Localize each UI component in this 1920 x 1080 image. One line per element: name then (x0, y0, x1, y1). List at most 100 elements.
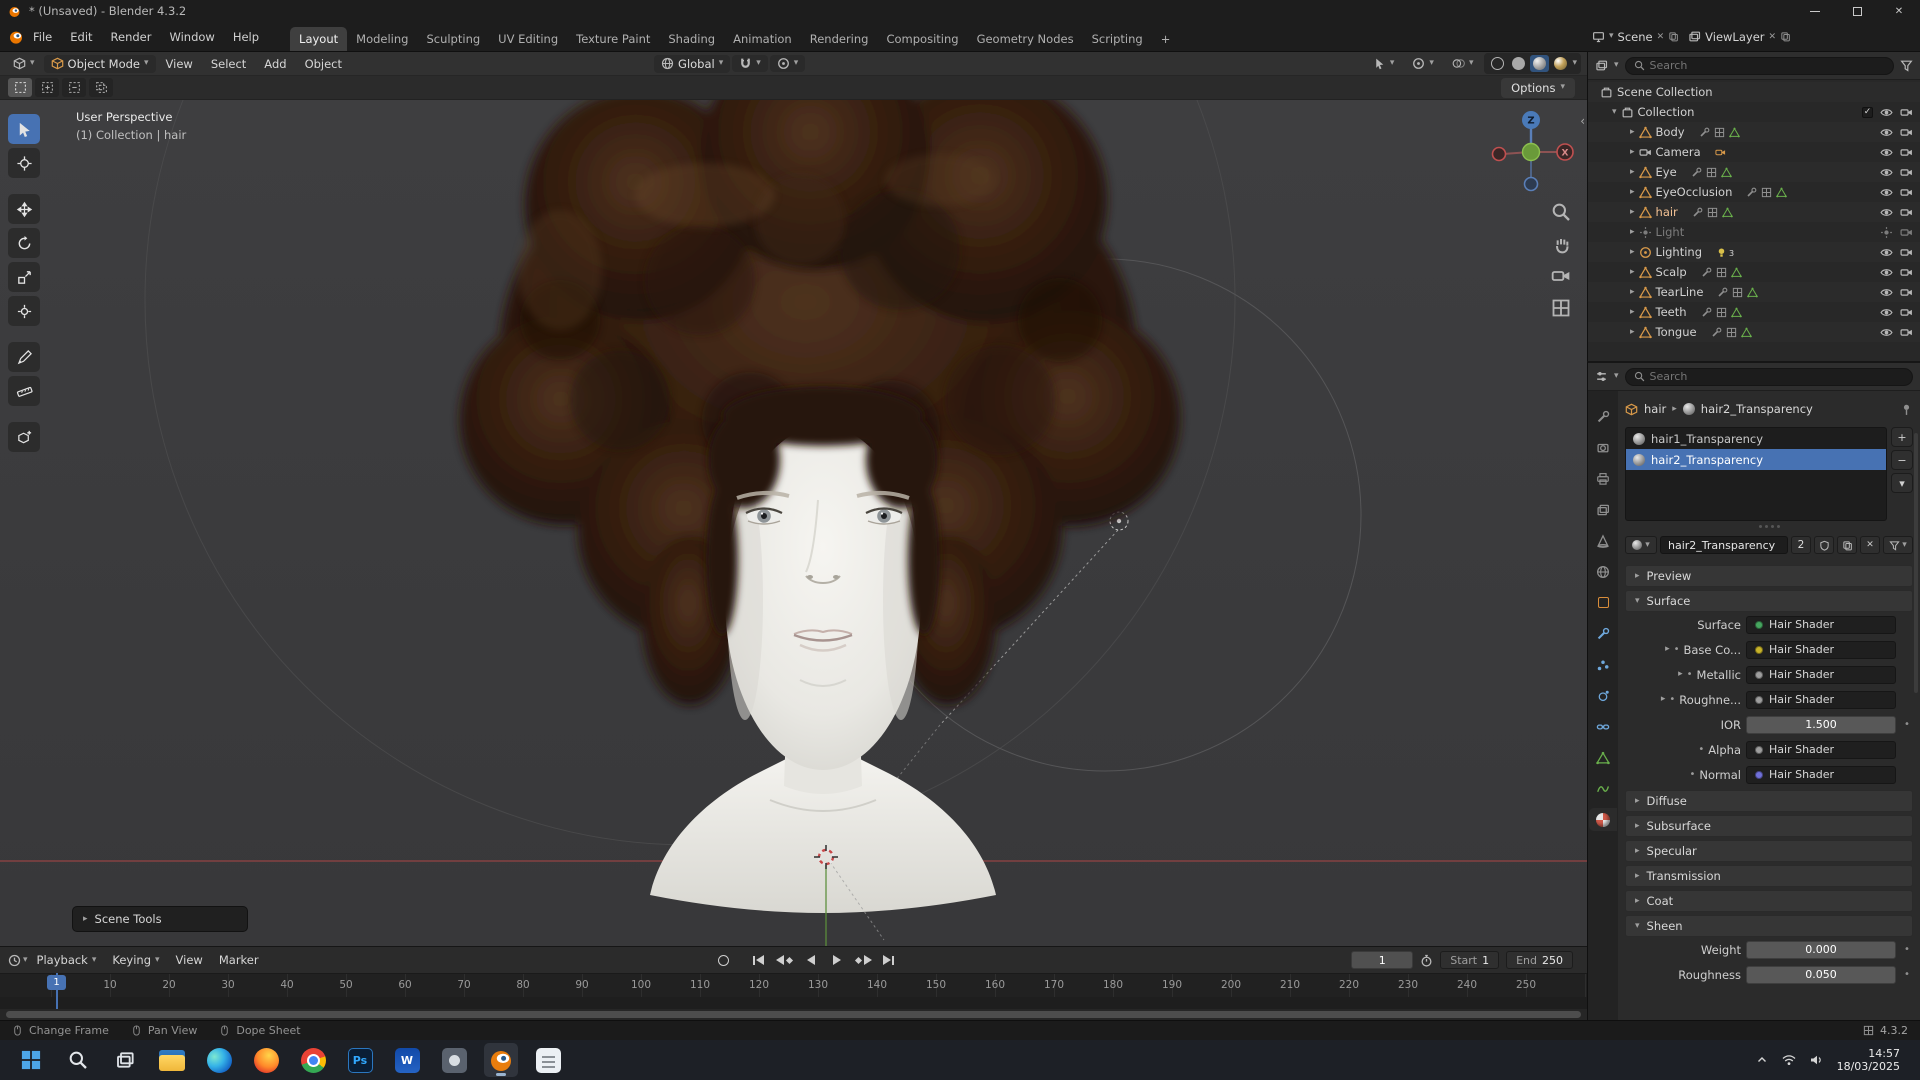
tab-vertex-data[interactable] (1589, 777, 1617, 800)
expand-icon[interactable]: ▸ (1630, 267, 1635, 277)
menu-keying[interactable]: Keying ▾ (105, 951, 166, 969)
expand-icon[interactable]: ▸ (1630, 187, 1635, 197)
surface-shader-button[interactable]: Hair Shader (1746, 615, 1896, 634)
ortho-grid-icon[interactable] (1551, 298, 1571, 318)
firefox-button[interactable] (249, 1043, 283, 1077)
chevron-down-icon[interactable]: ▾ (1614, 372, 1619, 381)
disable-render-icon[interactable] (1900, 306, 1913, 319)
sheen-roughness-slider[interactable]: 0.050 (1746, 965, 1896, 984)
menu-view[interactable]: View (169, 951, 210, 969)
disable-render-icon[interactable] (1900, 166, 1913, 179)
outliner-item-eye[interactable]: ▸ Eye (1588, 162, 1920, 182)
outliner-collection[interactable]: ▾ Collection ✓ (1588, 102, 1920, 122)
tab-material[interactable] (1589, 808, 1617, 831)
hide-viewport-icon[interactable] (1880, 326, 1893, 339)
diffuse-section-header[interactable]: ▸ Diffuse (1625, 790, 1913, 812)
wifi-icon[interactable] (1782, 1054, 1796, 1066)
expand-icon[interactable]: ▸ (1630, 127, 1635, 137)
hide-viewport-icon[interactable] (1880, 266, 1893, 279)
disable-render-icon[interactable] (1900, 146, 1913, 159)
camera-app-button[interactable] (437, 1043, 471, 1077)
metallic-input-button[interactable]: Hair Shader (1746, 665, 1896, 684)
hide-viewport-icon[interactable] (1880, 126, 1893, 139)
tab-rendering[interactable]: Rendering (801, 27, 878, 51)
jump-to-start-button[interactable] (749, 950, 769, 970)
axis-z-label[interactable]: Z (1527, 116, 1534, 127)
chevron-down-icon[interactable]: ▾ (23, 955, 28, 965)
taskbar-search-button[interactable] (61, 1043, 95, 1077)
scrollbar-thumb[interactable] (6, 1011, 1581, 1018)
scene-unlink-icon[interactable]: ✕ (1657, 32, 1665, 42)
outliner-item-eyeocclusion[interactable]: ▸ EyeOcclusion (1588, 182, 1920, 202)
taskbar-clock[interactable]: 14:57 18/03/2025 (1837, 1047, 1900, 1074)
start-frame-field[interactable]: Start 1 (1440, 951, 1500, 969)
tab-texture-paint[interactable]: Texture Paint (567, 27, 659, 51)
properties-scrollbar[interactable] (1914, 433, 1918, 693)
add-cube-tool[interactable] (8, 422, 40, 452)
overlays-dropdown[interactable]: ▾ (1445, 55, 1481, 72)
material-name-field[interactable]: hair2_Transparency (1660, 536, 1788, 554)
hide-viewport-icon[interactable] (1880, 206, 1893, 219)
hide-viewport-icon[interactable] (1880, 186, 1893, 199)
disable-render-icon[interactable] (1900, 226, 1913, 239)
hide-viewport-icon[interactable] (1880, 246, 1893, 259)
disable-render-icon[interactable] (1900, 246, 1913, 259)
remove-slot-button[interactable]: − (1891, 450, 1913, 470)
shading-material-button[interactable] (1530, 55, 1550, 72)
coat-section-header[interactable]: ▸ Coat (1625, 890, 1913, 912)
annotate-tool[interactable] (8, 342, 40, 372)
search-input[interactable] (1649, 59, 1885, 72)
shading-rendered-button[interactable] (1551, 55, 1570, 72)
transform-orientation-selector[interactable]: Global ▾ (654, 54, 731, 73)
stopwatch-icon[interactable] (1420, 954, 1433, 967)
close-button[interactable]: ✕ (1878, 0, 1920, 22)
tab-tool[interactable] (1589, 405, 1617, 428)
decorator-dot[interactable]: • (1901, 719, 1913, 730)
shading-solid-button[interactable] (1509, 55, 1528, 72)
menu-add[interactable]: Add (256, 55, 294, 73)
shading-wireframe-button[interactable] (1488, 55, 1507, 72)
menu-object[interactable]: Object (297, 55, 350, 73)
outliner-item-tongue[interactable]: ▸ Tongue (1588, 322, 1920, 342)
tab-layout[interactable]: Layout (290, 27, 348, 51)
tab-scripting[interactable]: Scripting (1083, 27, 1152, 51)
sheen-section-header[interactable]: ▾ Sheen (1625, 915, 1913, 937)
tab-output[interactable] (1589, 467, 1617, 490)
disable-render-icon[interactable] (1900, 266, 1913, 279)
pan-hand-icon[interactable] (1551, 234, 1571, 254)
material-slot-2[interactable]: hair2_Transparency (1626, 449, 1886, 470)
tab-geometry-nodes[interactable]: Geometry Nodes (968, 27, 1083, 51)
collapse-icon[interactable]: ▾ (1612, 107, 1617, 117)
blender-taskbar-button[interactable] (484, 1043, 518, 1077)
minimize-button[interactable] (1794, 0, 1836, 22)
breadcrumb-material[interactable]: hair2_Transparency (1701, 402, 1813, 416)
new-material-button[interactable] (1837, 536, 1857, 554)
specular-section-header[interactable]: ▸ Specular (1625, 840, 1913, 862)
maximize-button[interactable] (1836, 0, 1878, 22)
sidebar-collapse-icon[interactable]: ‹ (1580, 114, 1585, 128)
tab-sculpting[interactable]: Sculpting (417, 27, 489, 51)
select-mode-extend-button[interactable] (35, 78, 59, 97)
axis-x-label[interactable]: X (1562, 149, 1569, 159)
fake-user-button[interactable] (1814, 536, 1834, 554)
hide-viewport-icon[interactable] (1880, 286, 1893, 299)
tab-particles[interactable] (1589, 653, 1617, 676)
select-mode-intersect-button[interactable] (89, 78, 113, 97)
measure-tool[interactable] (8, 376, 40, 406)
hide-viewport-icon[interactable] (1880, 306, 1893, 319)
menu-select[interactable]: Select (203, 55, 254, 73)
browse-material-button[interactable]: ▾ (1625, 536, 1657, 554)
tab-constraints[interactable] (1589, 715, 1617, 738)
properties-editor-icon[interactable] (1595, 370, 1608, 383)
hide-viewport-icon[interactable] (1880, 146, 1893, 159)
timeline-ruler[interactable]: 10 20 30 40 50 60 70 80 90 100 110 120 1… (0, 973, 1587, 997)
menu-playback[interactable]: Playback ▾ (30, 951, 104, 969)
material-users-button[interactable]: 2 (1791, 536, 1811, 554)
search-input[interactable] (1649, 370, 1904, 383)
cursor-tool[interactable] (8, 148, 40, 178)
camera-view-icon[interactable] (1551, 266, 1571, 286)
outliner-editor-icon[interactable] (1595, 59, 1608, 72)
3d-scene-canvas[interactable] (0, 100, 1587, 946)
filter-button[interactable]: ▾ (1883, 536, 1913, 554)
expand-icon[interactable]: ▸ (1678, 670, 1683, 679)
